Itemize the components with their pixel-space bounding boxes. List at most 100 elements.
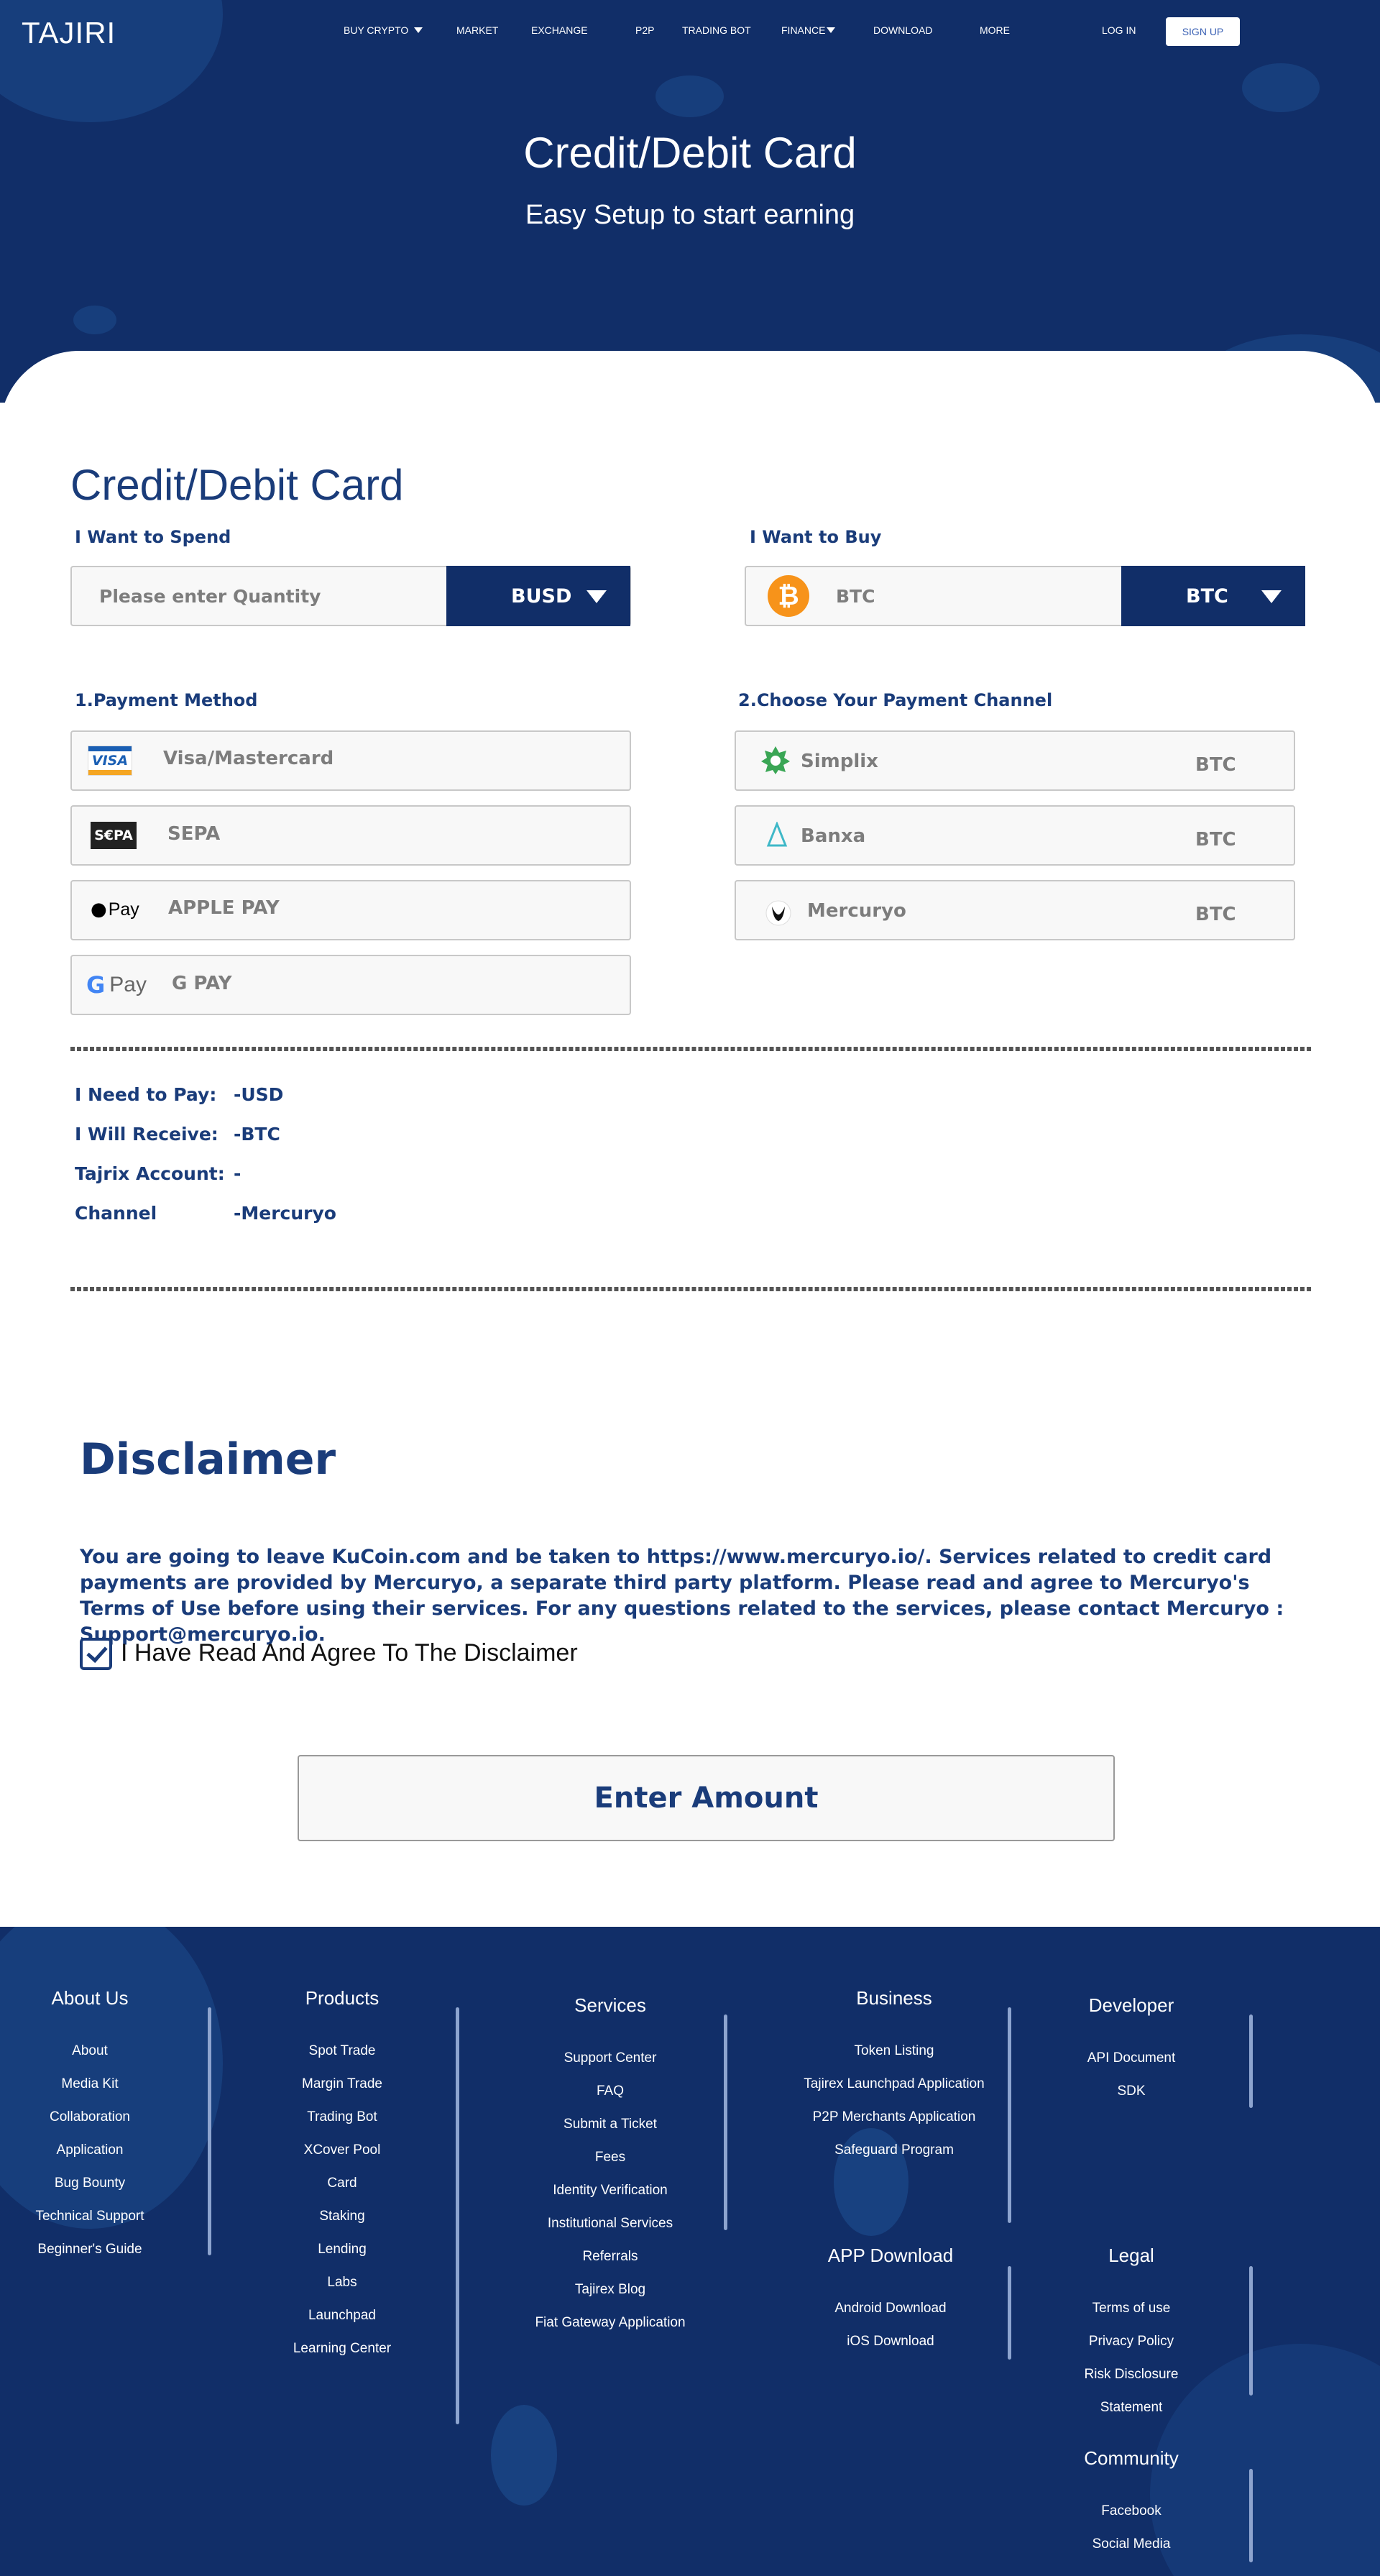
nav-label: BUY CRYPTO	[344, 24, 409, 36]
footer-link[interactable]: Collaboration	[0, 2109, 219, 2125]
footer-divider	[724, 2014, 727, 2230]
nav-download[interactable]: DOWNLOAD	[873, 24, 932, 36]
footer-link[interactable]: XCover Pool	[213, 2142, 472, 2158]
nav-label: FINANCE	[781, 24, 826, 36]
footer-link[interactable]: Referrals	[481, 2249, 740, 2265]
decorative-blob	[73, 306, 116, 334]
footer-services-title: Services	[574, 1994, 646, 2016]
footer-link[interactable]: Media Kit	[0, 2076, 219, 2092]
footer-community-title: Community	[1084, 2447, 1179, 2469]
footer-link[interactable]: Launchpad	[213, 2308, 472, 2324]
footer-link[interactable]: Safeguard Program	[765, 2142, 1024, 2158]
nav-trading-bot[interactable]: TRADING BOT	[682, 24, 751, 36]
footer-link[interactable]: Statement	[1002, 2400, 1261, 2416]
footer-link[interactable]: Staking	[213, 2209, 472, 2224]
summary-value: -BTC	[234, 1124, 280, 1145]
footer-link[interactable]: API Document	[1002, 2050, 1261, 2066]
nav-buy-crypto[interactable]: BUY CRYPTO	[344, 24, 423, 36]
footer-link[interactable]: Facebook	[1002, 2503, 1261, 2519]
payment-option-label: G PAY	[172, 973, 232, 994]
footer-link[interactable]: Margin Trade	[213, 2076, 472, 2092]
spend-label: I Want to Spend	[75, 527, 231, 547]
summary-value: -USD	[234, 1084, 284, 1105]
google-g-icon: G	[86, 971, 106, 999]
footer-link[interactable]: iOS Download	[761, 2334, 1020, 2350]
buy-coin-value: BTC	[836, 586, 875, 607]
footer-link[interactable]: Fiat Gateway Application	[481, 2315, 740, 2331]
footer-link[interactable]: P2P Merchants Application	[765, 2109, 1024, 2125]
enter-amount-button[interactable]: Enter Amount	[298, 1755, 1115, 1841]
hero-title: Credit/Debit Card	[523, 129, 857, 177]
footer-link[interactable]: Privacy Policy	[1002, 2334, 1261, 2350]
footer-divider	[1008, 2007, 1011, 2223]
nav-market[interactable]: MARKET	[456, 24, 498, 36]
divider	[70, 1047, 1311, 1051]
footer-developer-title: Developer	[1088, 1994, 1174, 2016]
footer-link[interactable]: Support Center	[481, 2050, 740, 2066]
footer-link[interactable]: Beginner's Guide	[0, 2242, 219, 2258]
payment-option-visa[interactable]	[70, 730, 631, 791]
footer-link[interactable]: Terms of use	[1002, 2301, 1261, 2316]
buy-label: I Want to Buy	[750, 527, 882, 547]
footer-link[interactable]: Spot Trade	[213, 2043, 472, 2059]
footer-link[interactable]: Application	[0, 2142, 219, 2158]
footer-link[interactable]: Token Listing	[765, 2043, 1024, 2059]
footer-link[interactable]: Identity Verification	[481, 2183, 740, 2199]
agree-checkbox[interactable]	[80, 1638, 112, 1670]
nav-more[interactable]: MORE	[980, 24, 1010, 36]
footer-link[interactable]: Lending	[213, 2242, 472, 2258]
footer-link[interactable]: Technical Support	[0, 2209, 219, 2224]
footer-link[interactable]: Android Download	[761, 2301, 1020, 2316]
nav-p2p[interactable]: P2P	[635, 24, 654, 36]
banxa-icon	[766, 822, 788, 847]
signup-button[interactable]: SIGN UP	[1166, 17, 1240, 46]
footer-divider	[1249, 2469, 1253, 2562]
footer-link[interactable]: SDK	[1002, 2084, 1261, 2099]
visa-icon: VISA	[88, 746, 132, 776]
payment-option-apple-pay[interactable]	[70, 880, 631, 940]
footer-link[interactable]: Labs	[213, 2275, 472, 2291]
footer-link[interactable]: Card	[213, 2176, 472, 2191]
footer-link[interactable]: Risk Disclosure	[1002, 2367, 1261, 2383]
google-pay-icon: G Pay	[86, 971, 158, 999]
footer-link[interactable]: Fees	[481, 2150, 740, 2165]
agree-checkbox-label[interactable]: I Have Read And Agree To The Disclaimer	[121, 1639, 578, 1667]
footer-link[interactable]: Trading Bot	[213, 2109, 472, 2125]
spend-currency-dropdown[interactable]: BUSD	[446, 566, 630, 626]
footer-link[interactable]: Bug Bounty	[0, 2176, 219, 2191]
footer-link[interactable]: Tajirex Blog	[481, 2282, 740, 2298]
footer-link[interactable]: Submit a Ticket	[481, 2117, 740, 2132]
spend-quantity-input[interactable]: Please enter Quantity	[99, 586, 321, 607]
footer-link[interactable]: Tajirex Launchpad Application	[765, 2076, 1024, 2092]
nav-finance[interactable]: FINANCE	[781, 24, 836, 36]
footer-products-title: Products	[305, 1987, 380, 2009]
nav-exchange[interactable]: EXCHANGE	[531, 24, 588, 36]
footer-business-title: Business	[856, 1987, 932, 2009]
footer-link[interactable]: About	[0, 2043, 219, 2059]
footer-divider	[456, 2007, 459, 2424]
footer-about-title: About Us	[51, 1987, 129, 2009]
footer-link[interactable]: Social Media	[1002, 2536, 1261, 2552]
footer-divider	[208, 2007, 211, 2255]
payment-option-sepa[interactable]	[70, 805, 631, 866]
footer-link[interactable]: Institutional Services	[481, 2216, 740, 2232]
login-link[interactable]: LOG IN	[1102, 24, 1136, 36]
buy-currency-label: BTC	[1186, 585, 1228, 608]
simplex-icon	[761, 746, 790, 774]
hero-banner: TAJIRI BUY CRYPTO MARKET EXCHANGE P2P TR…	[0, 0, 1380, 403]
chevron-down-icon	[586, 590, 607, 603]
footer-link[interactable]: FAQ	[481, 2084, 740, 2099]
decorative-blob	[656, 75, 724, 117]
disclaimer-title: Disclaimer	[80, 1434, 336, 1485]
disclaimer-text: You are going to leave KuCoin.com and be…	[80, 1546, 1284, 1646]
chevron-down-icon	[414, 27, 423, 34]
summary-key: Tajrix Account:	[75, 1163, 225, 1184]
footer-app-title: APP Download	[827, 2245, 954, 2266]
google-pay-icon-text: Pay	[109, 973, 147, 996]
payment-option-label: APPLE PAY	[168, 897, 280, 919]
hero-curve	[0, 351, 1380, 403]
summary-key: I Need to Pay:	[75, 1084, 217, 1105]
buy-currency-dropdown[interactable]: BTC	[1121, 566, 1305, 626]
footer-link[interactable]: Learning Center	[213, 2341, 472, 2357]
channel-option-label: Simplix	[801, 751, 878, 772]
